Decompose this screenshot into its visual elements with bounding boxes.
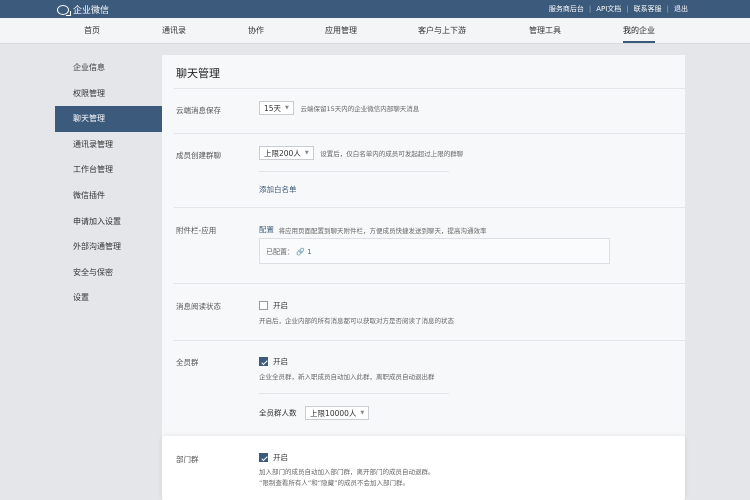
configure-link[interactable]: 配置: [259, 225, 274, 234]
cloud-save-label: 云端消息保存: [176, 106, 221, 115]
all-staff-group-checkbox[interactable]: [259, 357, 268, 366]
configured-label: 已配置：: [266, 248, 294, 256]
api-docs-link[interactable]: API文档: [596, 4, 621, 14]
chevron-down-icon: ▼: [360, 410, 365, 416]
department-group-card: 部门群 开启 加入部门的成员自动加入部门群，离开部门的成员自动退群。 “限制查看…: [162, 436, 685, 500]
dept-group-checkbox-label: 开启: [273, 453, 288, 462]
top-link-separator: |: [666, 5, 669, 13]
sidebar-item-wechat-plugin[interactable]: 微信插件: [55, 183, 162, 209]
top-links: 服务商后台 | API文档 | 联系客服 | 退出: [549, 4, 688, 14]
app-logo[interactable]: 企业微信: [57, 3, 109, 16]
dept-group-hint: 加入部门的成员自动加入部门群，离开部门的成员自动退群。 “限制查看所有人”和“隐…: [259, 467, 435, 489]
sidebar-item-settings[interactable]: 设置: [55, 285, 162, 311]
page-title: 聊天管理: [176, 67, 220, 80]
divider: [174, 207, 685, 208]
all-staff-group-checkbox-label: 开启: [273, 357, 288, 366]
dept-group-hint-line1: 加入部门的成员自动加入部门群，离开部门的成员自动退群。: [259, 468, 435, 476]
all-staff-count-label: 全员群人数: [259, 408, 297, 418]
configured-apps-box[interactable]: 已配置： 🔗 1: [259, 238, 610, 264]
cloud-save-select[interactable]: 15天 ▼: [259, 101, 294, 115]
divider: [174, 133, 685, 134]
read-status-checkbox[interactable]: [259, 301, 268, 310]
attachment-hint: 将应用页面配置到聊天附件栏，方便成员快捷发送到聊天，提高沟通效率: [278, 226, 487, 235]
all-staff-count-select-value: 上限10000人: [310, 408, 357, 418]
top-bar: 企业微信 服务商后台 | API文档 | 联系客服 | 退出: [0, 0, 750, 18]
all-staff-count-select[interactable]: 上限10000人 ▼: [305, 406, 370, 420]
divider: [174, 88, 685, 89]
divider: [174, 340, 685, 341]
sub-divider: [259, 171, 449, 172]
nav-home[interactable]: 首页: [84, 18, 100, 44]
dept-group-checkbox[interactable]: [259, 453, 268, 462]
add-whitelist-link[interactable]: 添加白名单: [259, 184, 297, 195]
sidebar-item-join-settings[interactable]: 申请加入设置: [55, 209, 162, 235]
nav-contacts[interactable]: 通讯录: [162, 18, 186, 44]
all-staff-group-hint: 企业全员群，新入职成员自动加入此群，离职成员自动退出群: [259, 373, 435, 381]
group-create-row: 上限200人 ▼ 设置后，仅白名单内的成员可发起超过上限的群聊: [259, 146, 463, 160]
top-link-separator: |: [626, 5, 629, 13]
read-status-label: 消息阅读状态: [176, 302, 221, 311]
group-limit-select-value: 上限200人: [264, 148, 301, 158]
dept-group-toggle[interactable]: 开启: [259, 452, 288, 463]
app-title: 企业微信: [73, 6, 110, 16]
all-staff-group-toggle[interactable]: 开启: [259, 356, 288, 367]
sidebar-item-security[interactable]: 安全与保密: [55, 260, 162, 286]
dept-group-hint-line2: “限制查看所有人”和“隐藏”的成员不会加入部门群。: [259, 479, 409, 487]
read-status-checkbox-label: 开启: [273, 301, 288, 310]
nav-app-management[interactable]: 应用管理: [325, 18, 357, 44]
sidebar-item-permissions[interactable]: 权限管理: [55, 81, 162, 107]
main-nav: 首页 通讯录 协作 应用管理 客户与上下游 管理工具 我的企业: [0, 18, 750, 44]
sidebar-item-company-info[interactable]: 企业信息: [55, 55, 162, 81]
group-create-label: 成员创建群聊: [176, 151, 221, 160]
read-status-toggle[interactable]: 开启: [259, 300, 288, 311]
configured-count: 1: [307, 248, 312, 256]
sidebar-item-chat-management[interactable]: 聊天管理: [55, 106, 162, 132]
sidebar-item-external-communication[interactable]: 外部沟通管理: [55, 234, 162, 260]
nav-my-company[interactable]: 我的企业: [623, 18, 655, 43]
top-link-separator: |: [588, 5, 592, 13]
nav-tools[interactable]: 管理工具: [529, 18, 561, 44]
divider: [174, 283, 685, 284]
attachment-label: 附件栏-应用: [176, 226, 217, 235]
contact-support-link[interactable]: 联系客服: [634, 4, 662, 14]
sidebar-item-contacts-management[interactable]: 通讯录管理: [55, 132, 162, 158]
cloud-save-select-value: 15天: [264, 103, 282, 113]
wecom-logo-icon: [57, 4, 69, 15]
group-create-hint: 设置后，仅白名单内的成员可发起超过上限的群聊: [320, 150, 464, 158]
cloud-save-row: 15天 ▼ 云端保留15天内的企业微信内部聊天消息: [259, 101, 419, 115]
sidebar-item-workbench[interactable]: 工作台管理: [55, 157, 162, 183]
nav-customers[interactable]: 客户与上下游: [418, 18, 466, 44]
content-panel: 聊天管理 云端消息保存 15天 ▼ 云端保留15天内的企业微信内部聊天消息 成员…: [162, 55, 685, 500]
nav-collaboration[interactable]: 协作: [248, 18, 264, 44]
sidebar: 企业信息 权限管理 聊天管理 通讯录管理 工作台管理 微信插件 申请加入设置 外…: [55, 55, 162, 311]
provider-portal-link[interactable]: 服务商后台: [549, 4, 584, 14]
logout-link[interactable]: 退出: [674, 4, 688, 14]
chevron-down-icon: ▼: [285, 105, 289, 111]
all-staff-group-label: 全员群: [176, 358, 199, 367]
read-status-hint: 开启后，企业内部的所有消息都可以获取对方是否阅读了消息的状态: [259, 317, 454, 325]
dept-group-label: 部门群: [176, 455, 199, 464]
all-staff-count-row: 全员群人数 上限10000人 ▼: [259, 406, 370, 420]
cloud-save-hint: 云端保留15天内的企业微信内部聊天消息: [300, 105, 420, 113]
sub-divider: [259, 393, 449, 394]
paperclip-icon: 🔗: [296, 248, 305, 256]
group-limit-select[interactable]: 上限200人 ▼: [259, 146, 314, 160]
chevron-down-icon: ▼: [304, 150, 309, 156]
attachment-row: 配置 将应用页面配置到聊天附件栏，方便成员快捷发送到聊天，提高沟通效率: [259, 224, 487, 235]
